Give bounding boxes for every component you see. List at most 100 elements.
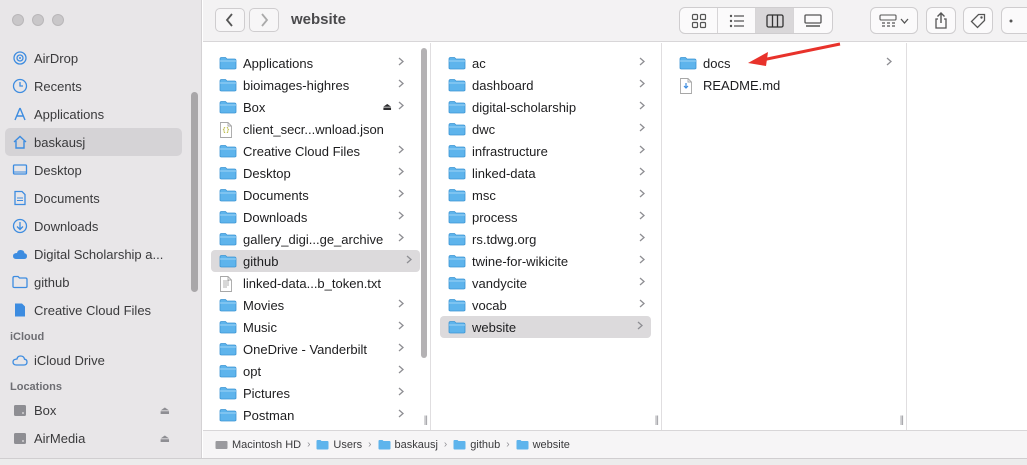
path-crumb[interactable]: website (516, 439, 570, 451)
sidebar-item-github[interactable]: github (0, 268, 190, 296)
file-row[interactable]: Creative Cloud Files (203, 140, 430, 162)
file-row[interactable]: vandycite (432, 272, 661, 294)
minimize-window-button[interactable] (32, 14, 44, 26)
sidebar-item-airdrop[interactable]: AirDrop (0, 44, 190, 72)
file-row[interactable]: rs.tdwg.org (432, 228, 661, 250)
file-row[interactable]: Applications (203, 52, 430, 74)
sidebar-item-recents[interactable]: Recents (0, 72, 190, 100)
eject-icon[interactable]: ⏏ (383, 102, 392, 113)
document-icon (12, 190, 28, 206)
folder-glyph (448, 211, 466, 224)
column-2-resize-handle[interactable]: || (655, 415, 659, 426)
column-1-resize-handle[interactable]: || (424, 415, 428, 426)
file-row[interactable]: OneDrive - Vanderbilt (203, 338, 430, 360)
file-row[interactable]: Box ⏏ (203, 96, 430, 118)
folder-icon (219, 254, 237, 268)
file-row[interactable]: digital-scholarship (432, 96, 661, 118)
file-name: docs (703, 55, 731, 71)
back-button[interactable] (215, 8, 245, 32)
file-row[interactable]: dwc (432, 118, 661, 140)
file-row[interactable]: vocab (432, 294, 661, 316)
more-actions-button[interactable] (1001, 7, 1027, 34)
group-by-button[interactable] (870, 7, 918, 34)
download-icon (12, 218, 28, 234)
sidebar-item-icloud-drive[interactable]: iCloud Drive (0, 346, 190, 374)
sidebar-item-digital-scholarship-a[interactable]: Digital Scholarship a... (0, 240, 190, 268)
file-row[interactable]: Music (203, 316, 430, 338)
file-row[interactable]: infrastructure (432, 140, 661, 162)
sidebar-item-label: Desktop (34, 162, 82, 178)
file-row[interactable]: {} client_secr...wnload.json (203, 118, 430, 140)
file-row[interactable]: README.md (663, 74, 906, 96)
path-crumb-label: website (532, 438, 570, 451)
file-row[interactable]: opt (203, 360, 430, 382)
folder-glyph (448, 277, 466, 290)
folder-icon (448, 320, 466, 334)
file-name: OneDrive - Vanderbilt (243, 341, 368, 357)
chevron-right-icon (639, 189, 645, 201)
path-crumb[interactable]: baskausj (378, 439, 438, 451)
sidebar-scrollbar[interactable] (191, 92, 198, 292)
file-row[interactable]: Documents (203, 184, 430, 206)
sidebar-item-documents[interactable]: Documents (0, 184, 190, 212)
sidebar-item-label: github (34, 274, 70, 290)
close-window-button[interactable] (12, 14, 24, 26)
file-name: Creative Cloud Files (243, 143, 361, 159)
column-view-button[interactable] (756, 8, 794, 33)
sidebar-item-desktop[interactable]: Desktop (0, 156, 190, 184)
list-view-button[interactable] (718, 8, 756, 33)
folder-icon (219, 78, 237, 92)
file-name: bioimages-highres (243, 77, 350, 93)
file-name: process (472, 209, 518, 225)
file-row[interactable]: github (211, 250, 420, 272)
icon-view-button[interactable] (680, 8, 718, 33)
file-row[interactable]: dashboard (432, 74, 661, 96)
column-1-scrollbar[interactable] (421, 48, 427, 358)
sidebar-item-label: iCloud Drive (34, 352, 105, 368)
file-row[interactable]: Pictures (203, 382, 430, 404)
sidebar-item-creative-cloud-files[interactable]: Creative Cloud Files (0, 296, 190, 324)
sidebar-item-baskausj[interactable]: baskausj (5, 128, 182, 156)
file-row[interactable]: gallery_digi...ge_archive (203, 228, 430, 250)
file-row[interactable]: Movies (203, 294, 430, 316)
zoom-window-button[interactable] (52, 14, 64, 26)
file-row[interactable]: linked-data...b_token.txt (203, 272, 430, 294)
file-row[interactable]: twine-for-wikicite (432, 250, 661, 272)
file-name: infrastructure (472, 143, 548, 159)
path-crumb[interactable]: Users (316, 439, 362, 451)
tags-button[interactable] (963, 7, 993, 34)
file-row[interactable]: process (432, 206, 661, 228)
folder-icon (453, 439, 466, 450)
file-row[interactable]: Downloads (203, 206, 430, 228)
file-row[interactable]: website (440, 316, 651, 338)
forward-button[interactable] (249, 8, 279, 32)
view-mode-control (679, 7, 833, 34)
chevron-right-icon (398, 409, 404, 421)
markdown-file-icon (679, 78, 697, 94)
file-row[interactable]: bioimages-highres (203, 74, 430, 96)
sidebar-item-applications[interactable]: Applications (0, 100, 190, 128)
file-row[interactable]: linked-data (432, 162, 661, 184)
folder-icon (448, 188, 466, 202)
file-row[interactable]: Desktop (203, 162, 430, 184)
tag-icon (970, 13, 986, 28)
file-row[interactable]: Postman (203, 404, 430, 426)
window-controls (12, 14, 64, 26)
eject-icon[interactable]: ⏏ (160, 404, 170, 417)
folder-icon (448, 210, 466, 224)
gallery-view-button[interactable] (794, 8, 832, 33)
folder-icon (219, 386, 237, 400)
sidebar-item-downloads[interactable]: Downloads (0, 212, 190, 240)
file-row[interactable]: ac (432, 52, 661, 74)
sidebar-item-airmedia[interactable]: AirMedia ⏏ (0, 424, 190, 452)
file-name: Movies (243, 297, 285, 313)
eject-icon[interactable]: ⏏ (160, 432, 170, 445)
path-crumb[interactable]: Macintosh HD (215, 439, 301, 451)
file-row[interactable]: msc (432, 184, 661, 206)
file-name: Desktop (243, 165, 291, 181)
share-button[interactable] (926, 7, 956, 34)
column-3-resize-handle[interactable]: || (900, 415, 904, 426)
sidebar-item-box[interactable]: Box ⏏ (0, 396, 190, 424)
folder-glyph (679, 57, 697, 70)
path-crumb[interactable]: github (453, 439, 500, 451)
